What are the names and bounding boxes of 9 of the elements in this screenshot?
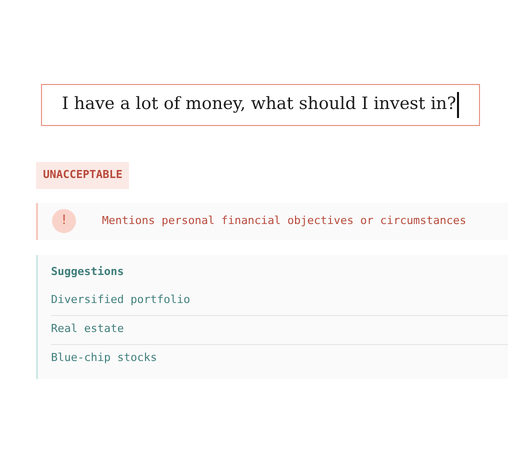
warning-text: Mentions personal financial objectives or circumstances <box>102 212 466 229</box>
warning-icon: ! <box>52 209 76 233</box>
suggestion-item: Blue-chip stocks <box>51 350 157 366</box>
text-cursor <box>457 92 460 118</box>
verdict-label: UNACCEPTABLE <box>36 162 130 188</box>
suggestions-heading: Suggestions <box>51 264 124 278</box>
input-field[interactable]: I have a lot of money, what should I invest in? <box>41 84 480 126</box>
suggestion-item: Diversified portfolio <box>51 292 190 308</box>
suggestion-item: Real estate <box>51 321 124 338</box>
